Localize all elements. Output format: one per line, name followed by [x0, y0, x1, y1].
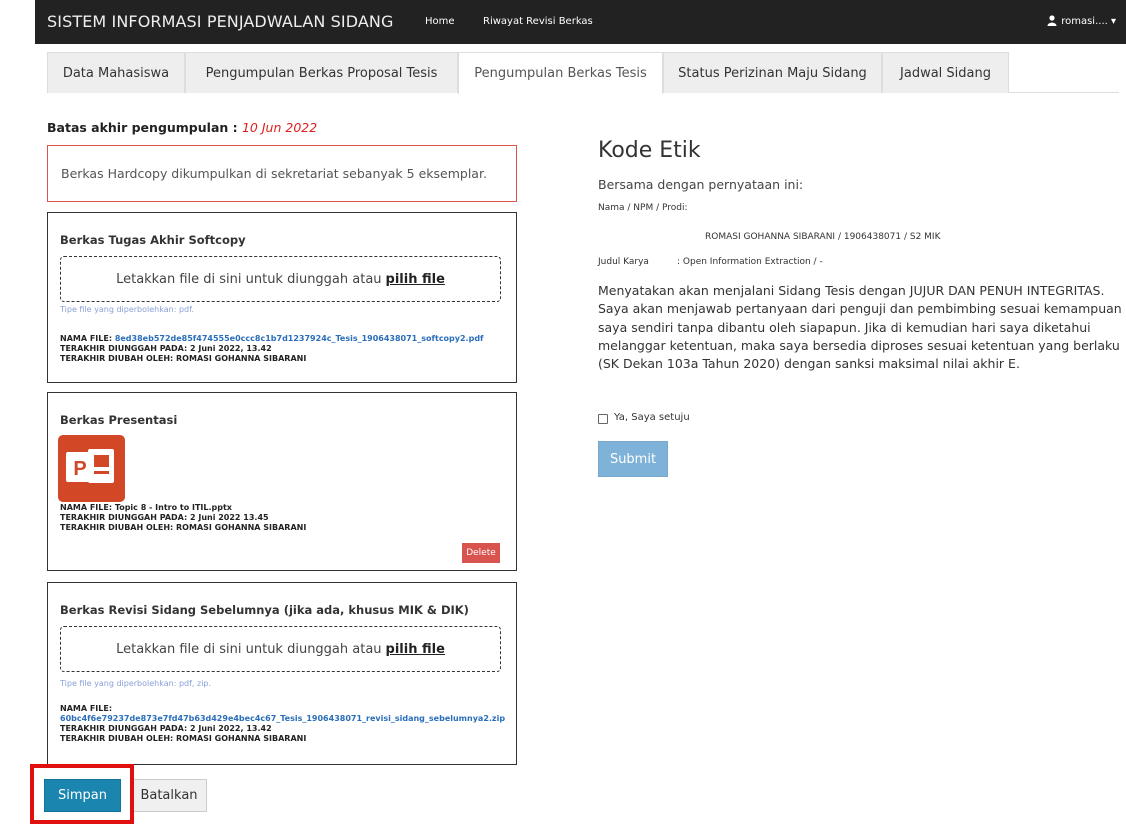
file-name-label: NAMA FILE: [60, 334, 115, 343]
app-brand[interactable]: SISTEM INFORMASI PENJADWALAN SIDANG [47, 12, 393, 31]
softcopy-file-meta: NAMA FILE: 8ed38eb572de85f474555e0ccc8c1… [60, 334, 484, 364]
revisi-file-link[interactable]: 60bc4f6e79237de873e7fd47b63d429e4bec4c67… [60, 714, 505, 724]
dropzone-text: Letakkan file di sini untuk diunggah ata… [116, 641, 382, 657]
powerpoint-icon: P [66, 449, 114, 483]
softcopy-filetype: Tipe file yang diperbolehkan: pdf. [60, 305, 194, 314]
hardcopy-notice: Berkas Hardcopy dikumpulkan di sekretari… [47, 145, 517, 202]
deadline-text: Batas akhir pengumpulan : 10 Jun 2022 [47, 120, 317, 135]
file-name-label: NAMA FILE: [60, 704, 113, 713]
panel-revisi: Berkas Revisi Sidang Sebelumnya (jika ad… [47, 582, 517, 765]
revisi-uploaded: TERAKHIR DIUNGGAH PADA: 2 Juni 2022, 13.… [60, 724, 272, 733]
agree-label[interactable]: Ya, Saya setuju [614, 412, 690, 423]
top-navbar: SISTEM INFORMASI PENJADWALAN SIDANG Home… [35, 0, 1126, 44]
user-icon [1047, 15, 1057, 26]
integrity-statement: Menyatakan akan menjalani Sidang Tesis d… [598, 283, 1122, 372]
delete-button[interactable]: Delete [462, 543, 500, 563]
panel-revisi-title: Berkas Revisi Sidang Sebelumnya (jika ad… [60, 603, 469, 617]
presentasi-uploaded: TERAKHIR DIUNGGAH PADA: 2 Juni 2022 13.4… [60, 513, 269, 522]
deadline-date: 10 Jun 2022 [241, 120, 318, 135]
revisi-dropzone[interactable]: Letakkan file di sini untuk diunggah ata… [60, 626, 501, 672]
nama-label: Nama / NPM / Prodi: [598, 203, 688, 213]
panel-softcopy: Berkas Tugas Akhir Softcopy Letakkan fil… [47, 212, 517, 383]
cancel-button[interactable]: Batalkan [131, 779, 207, 812]
panel-softcopy-title: Berkas Tugas Akhir Softcopy [60, 233, 246, 247]
user-menu[interactable]: romasi.... ▾ [1047, 15, 1116, 27]
kode-etik-title: Kode Etik [598, 138, 701, 163]
nav-link-riwayat-revisi[interactable]: Riwayat Revisi Berkas [483, 16, 593, 27]
pick-file-link[interactable]: pilih file [386, 642, 445, 657]
tab-status-perizinan[interactable]: Status Perizinan Maju Sidang [663, 52, 882, 93]
agree-checkbox[interactable] [598, 414, 608, 424]
nav-link-home[interactable]: Home [425, 16, 455, 27]
presentasi-file-meta: NAMA FILE: Topic 8 - Intro to ITIL.pptx … [60, 503, 306, 533]
user-name: romasi.... ▾ [1061, 16, 1116, 27]
revisi-file-meta: NAMA FILE: 60bc4f6e79237de873e7fd47b63d4… [60, 704, 505, 744]
powerpoint-file-icon[interactable]: P [58, 435, 125, 502]
softcopy-dropzone[interactable]: Letakkan file di sini untuk diunggah ata… [60, 256, 501, 302]
presentasi-file-name: NAMA FILE: Topic 8 - Intro to ITIL.pptx [60, 503, 232, 512]
pick-file-link[interactable]: pilih file [386, 272, 445, 287]
judul-value: : Open Information Extraction / - [677, 257, 823, 267]
softcopy-uploaded: TERAKHIR DIUNGGAH PADA: 2 Juni 2022, 13.… [60, 344, 272, 353]
revisi-changed-by: TERAKHIR DIUBAH OLEH: ROMASI GOHANNA SIB… [60, 734, 307, 743]
softcopy-file-link[interactable]: 8ed38eb572de85f474555e0ccc8c1b7d1237924c… [115, 334, 484, 343]
panel-presentasi: Berkas Presentasi P NAMA FILE: Topic 8 -… [47, 392, 517, 571]
save-button-highlight [30, 764, 134, 824]
presentasi-changed-by: TERAKHIR DIUBAH OLEH: ROMASI GOHANNA SIB… [60, 523, 307, 532]
kode-etik-intro: Bersama dengan pernyataan ini: [598, 177, 804, 192]
tab-bar: Data Mahasiswa Pengumpulan Berkas Propos… [47, 52, 1119, 94]
revisi-filetype: Tipe file yang diperbolehkan: pdf, zip. [60, 679, 212, 688]
softcopy-changed-by: TERAKHIR DIUBAH OLEH: ROMASI GOHANNA SIB… [60, 354, 307, 363]
tab-berkas-tesis[interactable]: Pengumpulan Berkas Tesis [458, 52, 663, 94]
nama-value: ROMASI GOHANNA SIBARANI / 1906438071 / S… [705, 232, 941, 242]
dropzone-text: Letakkan file di sini untuk diunggah ata… [116, 271, 382, 287]
tab-jadwal-sidang[interactable]: Jadwal Sidang [882, 52, 1009, 93]
deadline-label: Batas akhir pengumpulan : [47, 120, 242, 135]
judul-label: Judul Karya [598, 257, 649, 267]
tab-proposal-tesis[interactable]: Pengumpulan Berkas Proposal Tesis [185, 52, 458, 93]
submit-button[interactable]: Submit [598, 441, 668, 477]
powerpoint-icon-letter: P [73, 458, 86, 480]
tab-data-mahasiswa[interactable]: Data Mahasiswa [47, 52, 185, 93]
panel-presentasi-title: Berkas Presentasi [60, 413, 178, 427]
